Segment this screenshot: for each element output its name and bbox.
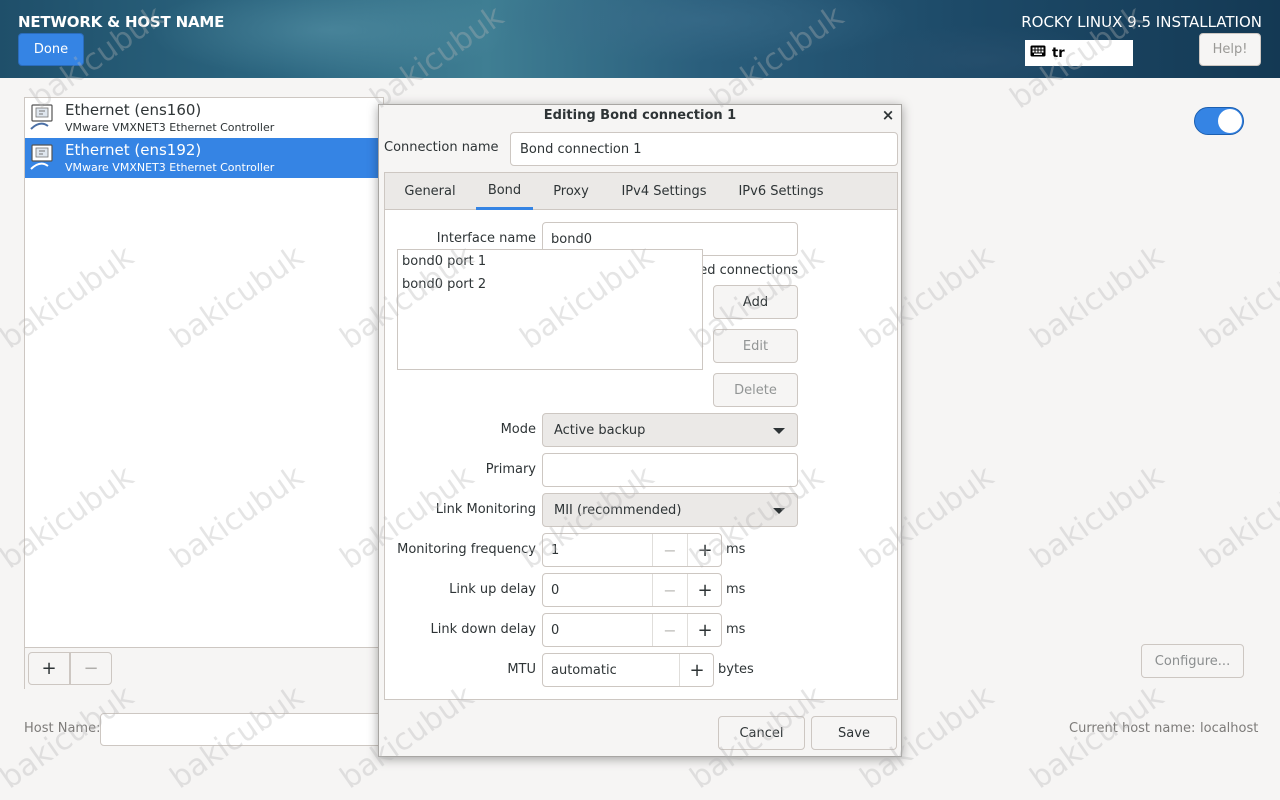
tab-proxy[interactable]: Proxy — [543, 173, 599, 210]
device-name: Ethernet (ens192) — [65, 141, 202, 159]
close-icon[interactable]: × — [881, 108, 895, 123]
watermark-text: bakicubuk — [1193, 458, 1280, 577]
tab-general[interactable]: General — [393, 173, 467, 210]
mode-label: Mode — [500, 422, 536, 437]
ms-unit: ms — [726, 542, 746, 557]
edit-connection-dialog: Editing Bond connection 1 × Connection n… — [378, 104, 902, 757]
interface-name-label: Interface name — [436, 231, 536, 246]
add-bonded-button[interactable]: Add — [713, 285, 798, 319]
host-name-input[interactable] — [100, 713, 390, 746]
increment-button[interactable]: + — [687, 614, 722, 646]
tab-ipv4-settings[interactable]: IPv4 Settings — [613, 173, 715, 210]
monitoring-frequency-value[interactable]: 1 — [551, 534, 559, 566]
connection-name-input[interactable]: Bond connection 1 — [510, 132, 898, 166]
watermark-text: bakicubuk — [1193, 238, 1280, 357]
install-title: ROCKY LINUX 9.5 INSTALLATION — [1021, 13, 1262, 31]
link-up-delay-label: Link up delay — [449, 582, 536, 597]
device-item-ens192[interactable]: Ethernet (ens192) VMware VMXNET3 Etherne… — [25, 138, 385, 178]
ms-unit: ms — [726, 582, 746, 597]
watermark-text: bakicubuk — [1023, 458, 1171, 577]
increment-button[interactable]: + — [679, 654, 714, 686]
ethernet-icon — [28, 142, 58, 172]
device-list-toolbar: + − — [25, 647, 383, 689]
link-monitoring-select[interactable]: MII (recommended) — [542, 493, 798, 527]
device-description: VMware VMXNET3 Ethernet Controller — [65, 121, 275, 134]
device-toggle-switch[interactable] — [1194, 107, 1244, 135]
link-down-delay-label: Link down delay — [430, 622, 537, 637]
tab-bond[interactable]: Bond — [476, 173, 533, 210]
remove-device-button[interactable]: − — [70, 652, 112, 685]
keyboard-layout-label: tr — [1052, 45, 1065, 61]
mtu-value[interactable]: automatic — [551, 654, 617, 686]
decrement-button[interactable]: − — [652, 534, 687, 566]
device-name: Ethernet (ens160) — [65, 101, 202, 119]
device-list-panel: Ethernet (ens160) VMware VMXNET3 Etherne… — [24, 97, 385, 689]
bonded-connections-list: bond0 port 1 bond0 port 2 — [397, 249, 703, 370]
primary-input[interactable] — [542, 453, 798, 487]
tab-ipv6-settings[interactable]: IPv6 Settings — [731, 173, 831, 210]
host-name-label: Host Name: — [24, 721, 101, 736]
increment-button[interactable]: + — [687, 574, 722, 606]
primary-label: Primary — [485, 462, 536, 477]
device-description: VMware VMXNET3 Ethernet Controller — [65, 161, 275, 174]
list-item[interactable]: bond0 port 2 — [402, 277, 486, 292]
mode-value: Active backup — [554, 422, 646, 438]
help-button[interactable]: Help! — [1199, 33, 1261, 66]
watermark-text: bakicubuk — [1023, 238, 1171, 357]
monitoring-frequency-spinner[interactable]: 1 − + — [542, 533, 722, 567]
done-button[interactable]: Done — [18, 33, 84, 66]
current-host-name-label: Current host name: — [1069, 721, 1196, 736]
link-monitoring-label: Link Monitoring — [435, 502, 536, 517]
link-down-delay-value[interactable]: 0 — [551, 614, 559, 646]
watermark-text: bakicubuk — [1023, 678, 1171, 797]
mtu-spinner[interactable]: automatic + — [542, 653, 714, 687]
cancel-button[interactable]: Cancel — [718, 716, 805, 750]
monitoring-frequency-label: Monitoring frequency — [397, 542, 536, 557]
decrement-button[interactable]: − — [652, 614, 687, 646]
link-up-delay-value[interactable]: 0 — [551, 574, 559, 606]
mode-select[interactable]: Active backup — [542, 413, 798, 447]
settings-notebook: General Bond Proxy IPv4 Settings IPv6 Se… — [384, 172, 898, 700]
ms-unit: ms — [726, 622, 746, 637]
current-host-name-value: localhost — [1200, 721, 1259, 736]
mtu-label: MTU — [507, 662, 536, 677]
header-bar: NETWORK & HOST NAME Done ROCKY LINUX 9.5… — [0, 0, 1280, 78]
device-item-ens160[interactable]: Ethernet (ens160) VMware VMXNET3 Etherne… — [25, 98, 385, 138]
dropdown-arrow-icon — [773, 428, 785, 434]
dropdown-arrow-icon — [773, 508, 785, 514]
keyboard-layout-indicator[interactable]: tr — [1025, 40, 1133, 66]
connection-name-label: Connection name — [384, 140, 499, 155]
link-monitoring-value: MII (recommended) — [554, 502, 682, 518]
list-item[interactable]: bond0 port 1 — [402, 254, 486, 269]
edit-bonded-button[interactable]: Edit — [713, 329, 798, 363]
decrement-button[interactable]: − — [652, 574, 687, 606]
switch-knob — [1218, 109, 1242, 133]
configure-button[interactable]: Configure... — [1141, 644, 1244, 678]
link-down-delay-spinner[interactable]: 0 − + — [542, 613, 722, 647]
link-up-delay-spinner[interactable]: 0 − + — [542, 573, 722, 607]
save-button[interactable]: Save — [811, 716, 897, 750]
delete-bonded-button[interactable]: Delete — [713, 373, 798, 407]
add-device-button[interactable]: + — [28, 652, 70, 685]
bytes-unit: bytes — [718, 662, 754, 677]
keyboard-icon — [1030, 45, 1046, 61]
dialog-title: Editing Bond connection 1 — [543, 108, 737, 123]
ethernet-icon — [28, 102, 58, 132]
increment-button[interactable]: + — [687, 534, 722, 566]
page-title: NETWORK & HOST NAME — [18, 13, 225, 31]
tab-bar: General Bond Proxy IPv4 Settings IPv6 Se… — [385, 173, 897, 210]
